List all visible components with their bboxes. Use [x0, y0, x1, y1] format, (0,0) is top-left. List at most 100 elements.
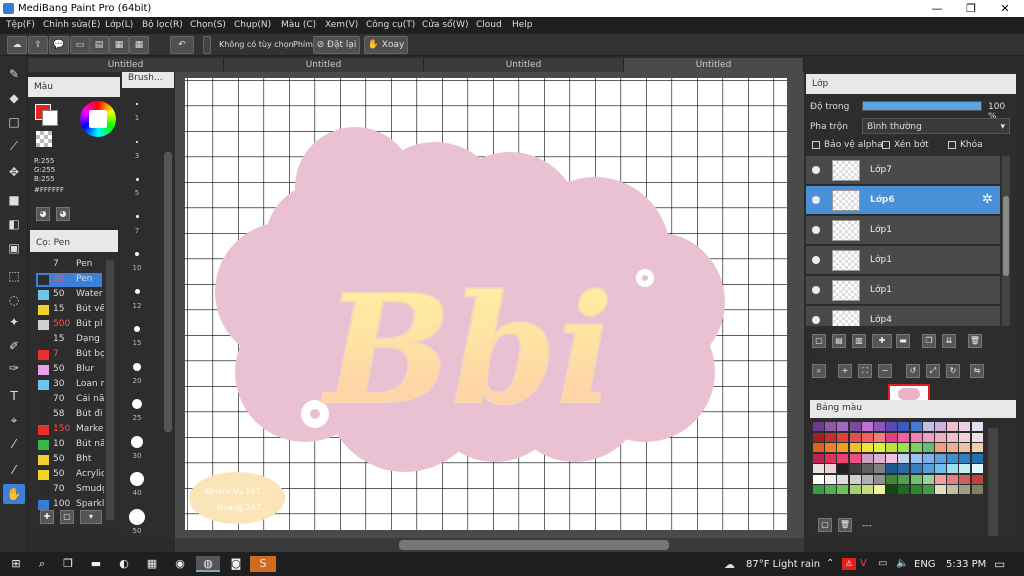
palette-swatch[interactable]	[874, 474, 885, 484]
network-icon[interactable]: ▭	[878, 558, 887, 569]
flip-icon[interactable]: ⇋	[970, 364, 984, 378]
rotate-button[interactable]: ✋ Xoay	[364, 36, 408, 54]
palette-swatch[interactable]	[886, 443, 898, 452]
zalo-icon[interactable]: ◙	[228, 556, 244, 572]
palette-swatch[interactable]	[922, 485, 934, 494]
medibang-task-icon[interactable]: ◍	[196, 556, 220, 572]
brush-add-icon[interactable]: ✚	[40, 510, 54, 524]
brush-size-dot[interactable]	[134, 326, 140, 332]
menu-view[interactable]: Xem(V)	[325, 20, 358, 30]
eye-icon[interactable]	[812, 226, 820, 234]
palette-swatch[interactable]	[935, 422, 946, 431]
palette-swatch[interactable]	[849, 474, 861, 484]
palette-swatch[interactable]	[813, 432, 824, 442]
palette-swatch[interactable]	[947, 474, 959, 484]
cloud-icon[interactable]: ☁	[7, 36, 27, 54]
menu-layer[interactable]: Lớp(L)	[105, 20, 133, 30]
palette-swatch[interactable]	[947, 485, 959, 494]
palette-swatch[interactable]	[971, 432, 983, 442]
tab-untitled-3[interactable]: Untitled	[424, 58, 624, 72]
palette-swatch[interactable]	[849, 432, 861, 442]
palette-swatch[interactable]	[813, 485, 824, 494]
brush-row[interactable]: 50 Acrylic	[36, 468, 104, 482]
new-layer-3-icon[interactable]: ▥	[852, 334, 866, 348]
gradient-tool-icon[interactable]: ▣	[3, 238, 25, 258]
palette-swatch[interactable]	[886, 422, 898, 431]
palette-swatch[interactable]	[922, 474, 934, 484]
new-layer-2-icon[interactable]: ▤	[832, 334, 846, 348]
palette-new-icon[interactable]: ▢	[818, 518, 832, 532]
palette-swatch[interactable]	[935, 464, 946, 473]
palette-swatch[interactable]	[861, 464, 873, 473]
color-wheel-square[interactable]	[89, 110, 107, 128]
rectangle-tool-icon[interactable]: □	[3, 112, 25, 132]
palette-swatch[interactable]	[922, 453, 934, 463]
comment-icon[interactable]: 💬	[49, 36, 69, 54]
palette-swatch[interactable]	[898, 432, 910, 442]
task-view-icon[interactable]: ❐	[60, 556, 76, 572]
reset-button[interactable]: ⊘ Đặt lại	[313, 36, 360, 54]
brush-row[interactable]: 50 Water	[36, 288, 103, 302]
brush-row[interactable]: 150 Marke	[36, 423, 103, 437]
palette-swatch[interactable]	[813, 464, 824, 473]
actual-size-icon[interactable]: ⤢	[926, 364, 940, 378]
palette-swatch[interactable]	[849, 453, 861, 463]
dropper2-tool-icon[interactable]: ⁄	[3, 460, 25, 480]
palette-swatch[interactable]	[935, 443, 946, 452]
palette-swatch[interactable]	[947, 422, 959, 431]
menu-color[interactable]: Màu (C)	[281, 20, 316, 30]
palette-swatch[interactable]	[922, 464, 934, 473]
color-wheel[interactable]	[80, 101, 116, 137]
palette-swatch[interactable]	[947, 432, 959, 442]
palette-swatch[interactable]	[825, 474, 837, 484]
palette-swatch[interactable]	[825, 443, 837, 452]
protect-alpha-checkbox[interactable]	[812, 141, 820, 149]
palette-swatch[interactable]	[971, 464, 983, 473]
palette-swatch[interactable]	[947, 443, 959, 452]
palette-swatch[interactable]	[837, 453, 849, 463]
antivirus-icon[interactable]: ⚠	[842, 558, 856, 570]
palette-swatch[interactable]	[874, 485, 885, 494]
line-tool-icon[interactable]: ⟋	[3, 136, 25, 156]
palette-swatch[interactable]	[971, 422, 983, 431]
palette-swatch[interactable]	[874, 443, 885, 452]
palette-swatch[interactable]	[935, 432, 946, 442]
doc-icon[interactable]: ▤	[89, 36, 109, 54]
pen-tool-icon[interactable]: ✎	[3, 64, 25, 84]
palette-swatch[interactable]	[935, 474, 946, 484]
palette-icon[interactable]: ◕	[36, 207, 50, 221]
palette-swatch[interactable]	[849, 485, 861, 494]
eye-icon[interactable]	[812, 316, 820, 324]
brush-row[interactable]: 50 Bht	[36, 453, 102, 467]
eyedropper-tool-icon[interactable]: ⁄	[3, 434, 25, 454]
horizontal-scrollbar[interactable]	[175, 538, 804, 552]
layer-row[interactable]: Lớp6 ✲	[806, 186, 1000, 215]
palette-swatch[interactable]	[959, 422, 971, 431]
undo-icon[interactable]: ↶	[170, 36, 194, 54]
rotate-right-icon[interactable]: ↻	[946, 364, 960, 378]
palette-swatch[interactable]	[837, 474, 849, 484]
palette-swatch[interactable]	[861, 432, 873, 442]
palette-swatch[interactable]	[861, 422, 873, 431]
opacity-slider[interactable]	[862, 101, 982, 111]
palette-swatch[interactable]	[910, 443, 922, 452]
palette-swatch[interactable]	[947, 453, 959, 463]
clock[interactable]: 5:33 PM	[946, 559, 986, 570]
brush-row[interactable]: 500 Bút pl	[36, 318, 102, 332]
brush-scrollbar[interactable]	[106, 260, 114, 520]
tab-untitled-1[interactable]: Untitled	[28, 58, 224, 72]
palette-swatch[interactable]	[874, 422, 885, 431]
palette-add-icon[interactable]: ◕	[56, 207, 70, 221]
clipping-checkbox[interactable]	[882, 141, 890, 149]
maximize-button[interactable]: ❐	[954, 0, 988, 17]
search-icon[interactable]: ⌕	[34, 556, 50, 572]
menu-tools[interactable]: Công cụ(T)	[366, 20, 415, 30]
palette-swatch[interactable]	[959, 485, 971, 494]
palette-scrollbar[interactable]	[988, 428, 998, 536]
palette-swatch[interactable]	[959, 453, 971, 463]
palette-swatch[interactable]	[898, 453, 910, 463]
eye-icon[interactable]	[812, 166, 820, 174]
rect-icon[interactable]: ▭	[70, 36, 90, 54]
menu-window[interactable]: Cửa sổ(W)	[422, 20, 468, 30]
transparent-swatch[interactable]	[36, 131, 52, 147]
